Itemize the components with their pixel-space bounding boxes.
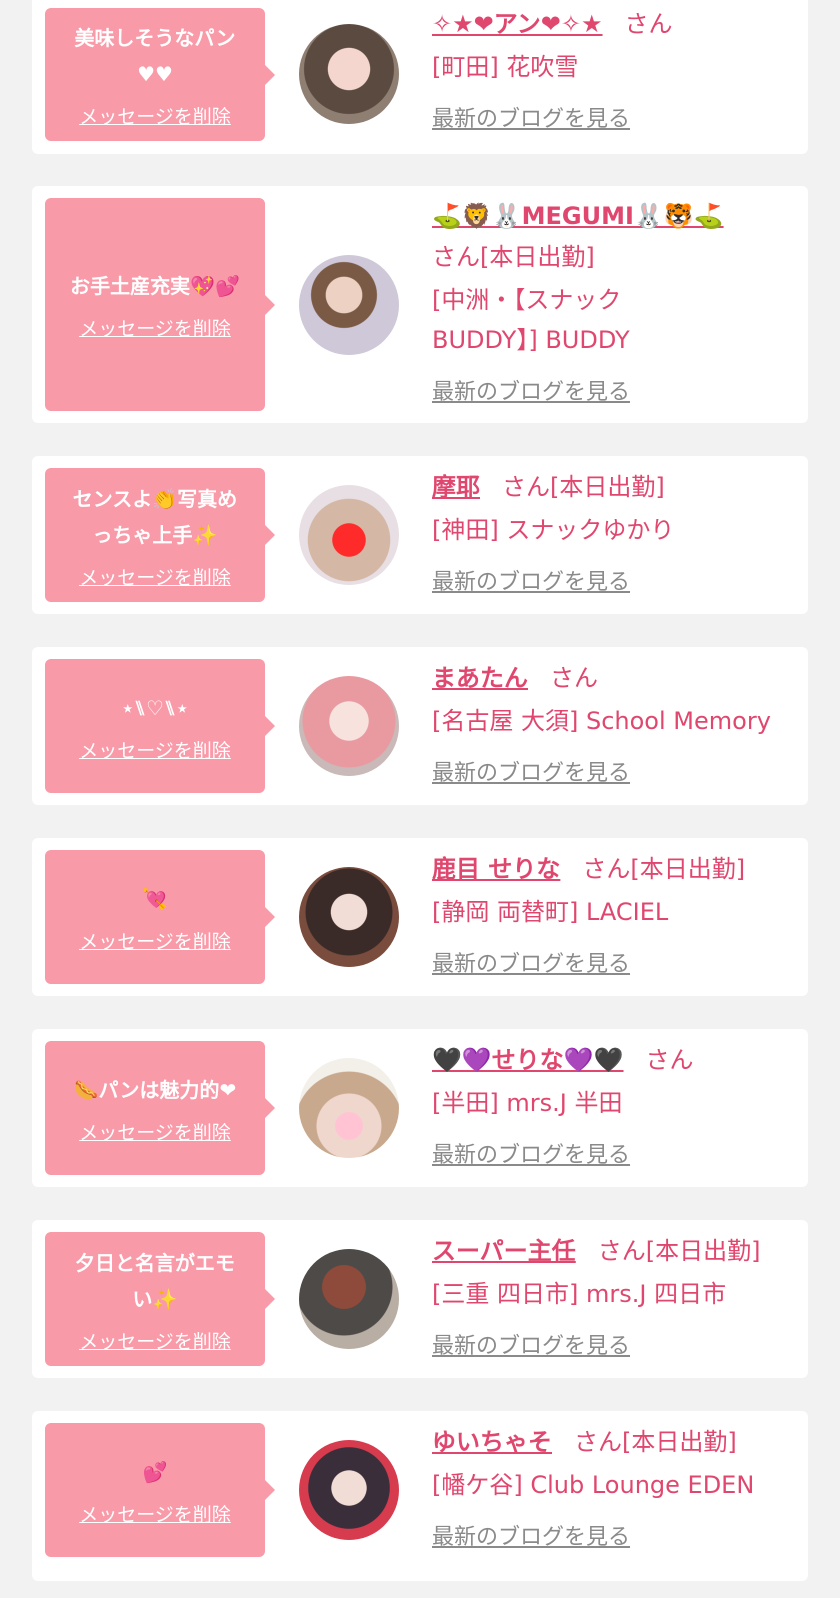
message-card: お手土産充実💖💕 メッセージを削除 ⛳🦁🐰MEGUMI🐰🐯⛳ さん[本日出勤] … [32,186,808,423]
cast-name-link[interactable]: まあたん [432,664,528,692]
comment-bubble: ⋆⑊♡⑊⋆ メッセージを削除 [45,659,275,793]
comment-text: 美味しそうなパン ♥♥ [74,26,236,86]
honorific-text: さん[本日出勤] [582,855,746,883]
honorific-text: さん [550,664,598,692]
honorific-text: さん [645,1046,694,1074]
comment-text: 💕 [142,1459,168,1484]
shop-text: [半田] mrs.J 半田 [432,1089,623,1117]
cast-info: 摩耶 さん[本日出勤] [神田] スナックゆかり 最新のブログを見る [432,467,790,596]
comment-text: 💘 [142,886,168,911]
latest-blog-link[interactable]: 最新のブログを見る [432,101,630,133]
cast-name-line: ゆいちゃそ さん[本日出勤] [432,1422,790,1462]
delete-message-link[interactable]: メッセージを削除 [79,736,231,763]
latest-blog-link[interactable]: 最新のブログを見る [432,755,630,787]
comment-text: センスよ👏写真め っちゃ上手✨ [72,486,238,547]
comment-text: 夕日と名言がエモ い✨ [75,1250,235,1311]
comment-text: 🌭パンは魅力的❤ [73,1077,237,1102]
delete-message-link[interactable]: メッセージを削除 [79,563,231,590]
cast-name-link[interactable]: ⛳🦁🐰MEGUMI🐰🐯⛳ [432,202,724,230]
avatar[interactable] [299,485,399,585]
cast-name-link[interactable]: ゆいちゃそ [432,1428,552,1456]
avatar[interactable] [299,1440,399,1540]
delete-message-link[interactable]: メッセージを削除 [79,1118,231,1145]
cast-name-line: まあたん さん [432,658,790,698]
delete-message-link[interactable]: メッセージを削除 [79,1327,231,1354]
cast-name-line: スーパー主任 さん[本日出勤] [432,1231,790,1271]
latest-blog-link[interactable]: 最新のブログを見る [432,564,630,596]
shop-text: [町田] 花吹雪 [432,53,579,81]
latest-blog-link[interactable]: 最新のブログを見る [432,1328,630,1360]
delete-message-link[interactable]: メッセージを削除 [79,102,231,129]
comment-bubble: お手土産充実💖💕 メッセージを削除 [45,198,275,411]
latest-blog-link[interactable]: 最新のブログを見る [432,374,630,406]
cast-name-line: ✧★❤アン❤✧★ さん [432,4,790,44]
message-card: 🌭パンは魅力的❤ メッセージを削除 🖤💜せりな💜🖤 さん [半田] mrs.J 半… [32,1029,808,1187]
honorific-text: さん[本日出勤] [574,1428,737,1456]
comment-bubble: 💕 メッセージを削除 [45,1423,275,1557]
cast-name-link[interactable]: 鹿目 せりな [432,855,560,883]
cast-info: ✧★❤アン❤✧★ さん [町田] 花吹雪 最新のブログを見る [432,4,790,133]
avatar[interactable] [299,1249,399,1349]
comment-bubble: 🌭パンは魅力的❤ メッセージを削除 [45,1041,275,1175]
shop-text: [神田] スナックゆかり [432,516,675,544]
cast-info: ⛳🦁🐰MEGUMI🐰🐯⛳ さん[本日出勤] [中洲・【スナック BUDDY】] … [432,196,790,406]
latest-blog-link[interactable]: 最新のブログを見る [432,1519,630,1551]
shop-text: [名古屋 大須] School Memory [432,707,771,735]
cast-name-link[interactable]: ✧★❤アン❤✧★ [432,10,603,38]
honorific-text: さん[本日出勤] [597,1237,761,1265]
cast-info: 🖤💜せりな💜🖤 さん [半田] mrs.J 半田 最新のブログを見る [432,1040,790,1169]
cast-name-line: 鹿目 せりな さん[本日出勤] [432,849,790,889]
shop-text: [中洲・【スナック BUDDY】] BUDDY [432,286,630,354]
avatar[interactable] [299,676,399,776]
cast-name-link[interactable]: スーパー主任 [432,1237,576,1265]
shop-text: [静岡 両替町] LACIEL [432,898,669,926]
honorific-line: さん[本日出勤] [432,237,790,277]
cast-name-line: 🖤💜せりな💜🖤 さん [432,1040,790,1080]
cast-info: ゆいちゃそ さん[本日出勤] [幡ケ谷] Club Lounge EDEN 最新の… [432,1422,790,1551]
comment-bubble: 💘 メッセージを削除 [45,850,275,984]
message-card: 夕日と名言がエモ い✨ メッセージを削除 スーパー主任 さん[本日出勤] [三重 … [32,1220,808,1378]
comment-bubble: 美味しそうなパン ♥♥ メッセージを削除 [45,8,275,141]
delete-message-link[interactable]: メッセージを削除 [79,314,231,341]
avatar[interactable] [299,24,399,124]
cast-info: スーパー主任 さん[本日出勤] [三重 四日市] mrs.J 四日市 最新のブログ… [432,1231,790,1360]
comment-bubble: センスよ👏写真め っちゃ上手✨ メッセージを削除 [45,468,275,602]
cast-info: 鹿目 せりな さん[本日出勤] [静岡 両替町] LACIEL 最新のブログを見る [432,849,790,978]
cast-name-link[interactable]: 摩耶 [432,473,480,501]
shop-text: [三重 四日市] mrs.J 四日市 [432,1280,727,1308]
honorific-text: さん [624,10,673,38]
comment-text: お手土産充実💖💕 [70,274,240,298]
honorific-text: さん[本日出勤] [432,243,595,271]
delete-message-link[interactable]: メッセージを削除 [79,1500,231,1527]
latest-blog-link[interactable]: 最新のブログを見る [432,1137,630,1169]
message-card: ⋆⑊♡⑊⋆ メッセージを削除 まあたん さん [名古屋 大須] School Me… [32,647,808,805]
message-card: センスよ👏写真め っちゃ上手✨ メッセージを削除 摩耶 さん[本日出勤] [神田]… [32,456,808,614]
honorific-text: さん[本日出勤] [502,473,665,501]
message-card: 💕 メッセージを削除 ゆいちゃそ さん[本日出勤] [幡ケ谷] Club Loun… [32,1411,808,1581]
message-card: 💘 メッセージを削除 鹿目 せりな さん[本日出勤] [静岡 両替町] LACIE… [32,838,808,996]
message-list: 美味しそうなパン ♥♥ メッセージを削除 ✧★❤アン❤✧★ さん [町田] 花吹雪… [0,0,840,1598]
avatar[interactable] [299,867,399,967]
shop-text: [幡ケ谷] Club Lounge EDEN [432,1471,755,1499]
latest-blog-link[interactable]: 最新のブログを見る [432,946,630,978]
cast-name-link[interactable]: 🖤💜せりな💜🖤 [432,1046,624,1074]
message-card: 美味しそうなパン ♥♥ メッセージを削除 ✧★❤アン❤✧★ さん [町田] 花吹雪… [32,0,808,154]
avatar[interactable] [299,255,399,355]
comment-text: ⋆⑊♡⑊⋆ [121,695,189,720]
avatar[interactable] [299,1058,399,1158]
cast-info: まあたん さん [名古屋 大須] School Memory 最新のブログを見る [432,658,790,787]
comment-bubble: 夕日と名言がエモ い✨ メッセージを削除 [45,1232,275,1366]
delete-message-link[interactable]: メッセージを削除 [79,927,231,954]
cast-name-line: 摩耶 さん[本日出勤] [432,467,790,507]
cast-name-line: ⛳🦁🐰MEGUMI🐰🐯⛳ [432,196,790,236]
